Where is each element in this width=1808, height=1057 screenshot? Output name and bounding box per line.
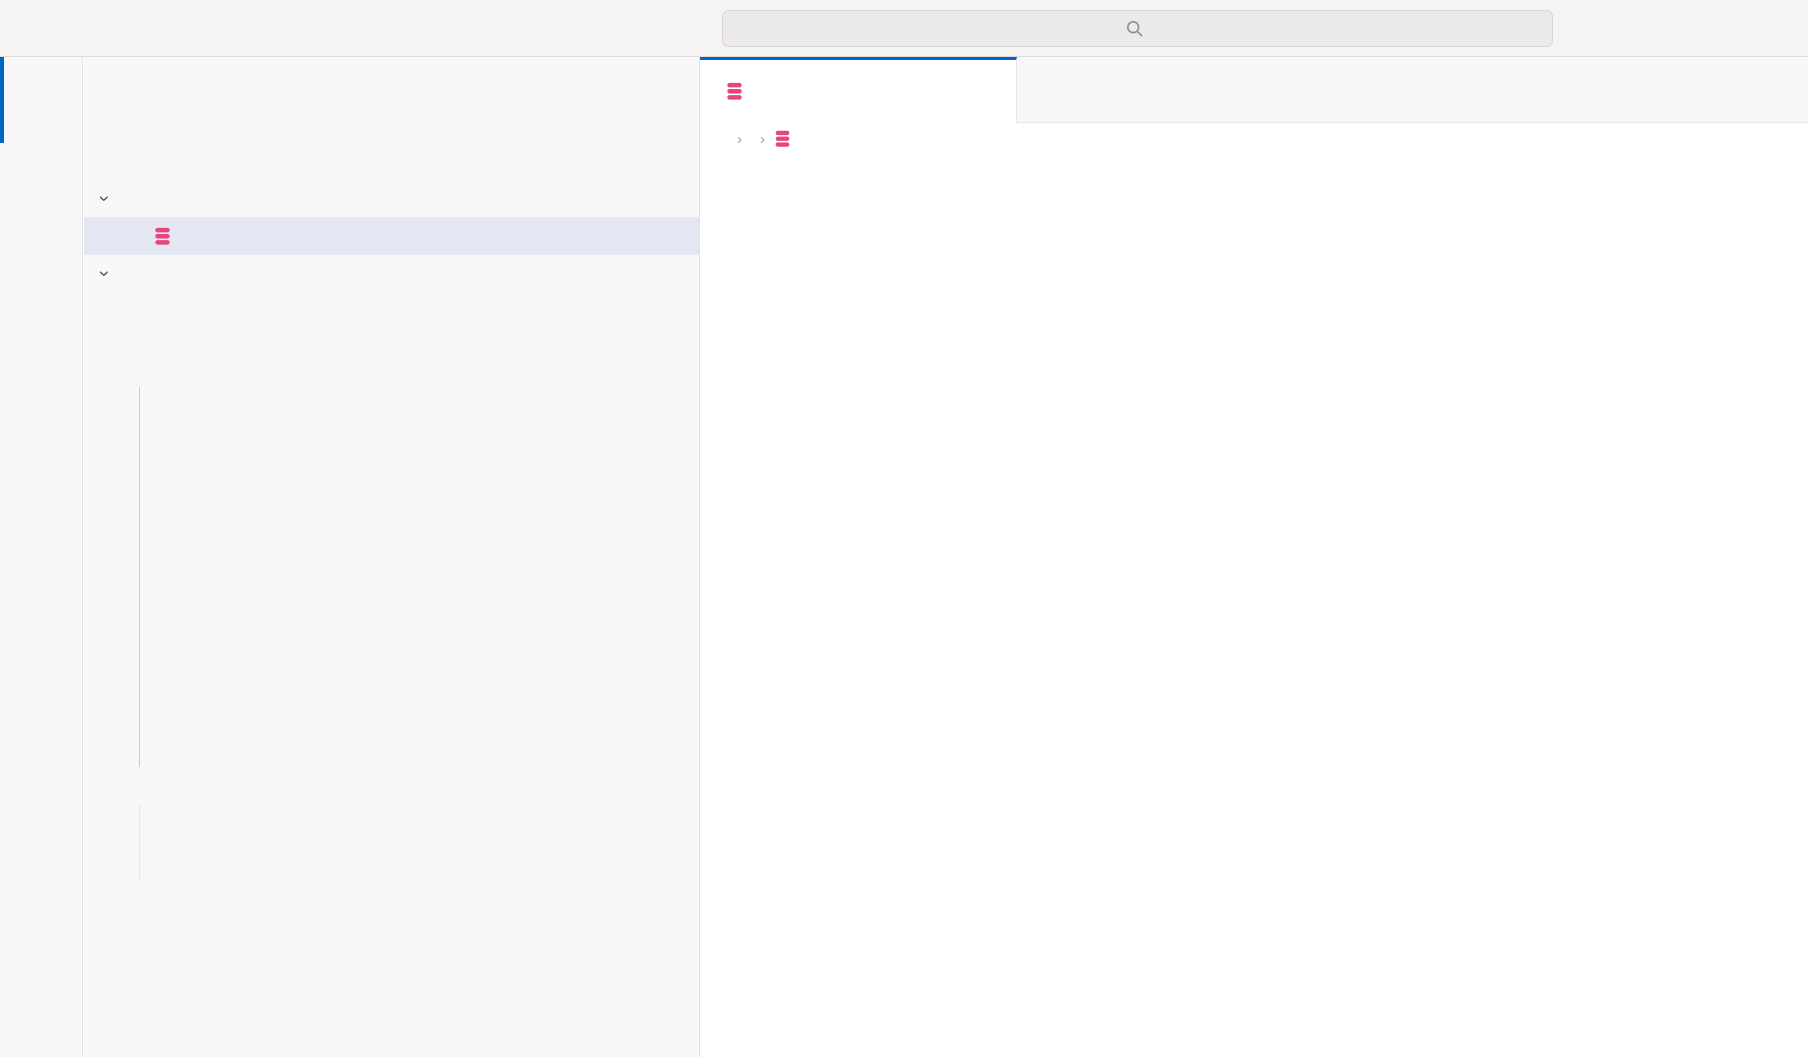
open-editor-item[interactable] <box>84 217 699 255</box>
explorer-sidebar: › › <box>84 57 699 1057</box>
activity-bar <box>0 57 83 1057</box>
command-search-field[interactable] <box>722 10 1553 47</box>
minimize-window-button[interactable] <box>40 24 53 37</box>
editor-area: › › <box>699 57 1808 1057</box>
sidebar-header <box>84 57 699 101</box>
breadcrumb-separator-icon: › <box>737 131 742 148</box>
traffic-lights <box>19 24 74 37</box>
chevron-down-icon: › <box>95 265 114 281</box>
database-icon <box>726 82 743 101</box>
active-view-indicator <box>0 57 4 143</box>
database-icon <box>154 227 171 246</box>
tab-salesorderdetail[interactable] <box>700 57 1017 123</box>
code-editor[interactable] <box>700 155 1808 1057</box>
indent-guide <box>139 805 140 881</box>
zoom-window-button[interactable] <box>61 24 74 37</box>
breadcrumb: › › <box>700 123 1808 155</box>
breadcrumb-separator-icon: › <box>760 131 765 148</box>
titlebar <box>0 0 1808 57</box>
close-window-button[interactable] <box>19 24 32 37</box>
section-open-editors[interactable]: › <box>84 179 699 217</box>
search-icon <box>1126 20 1143 37</box>
indent-guide <box>139 387 140 767</box>
app-window: › › <box>0 0 1808 1057</box>
chevron-down-icon: › <box>95 190 114 206</box>
section-adventureworks[interactable]: › <box>84 254 699 292</box>
tab-bar <box>700 57 1808 123</box>
database-icon <box>774 130 791 148</box>
